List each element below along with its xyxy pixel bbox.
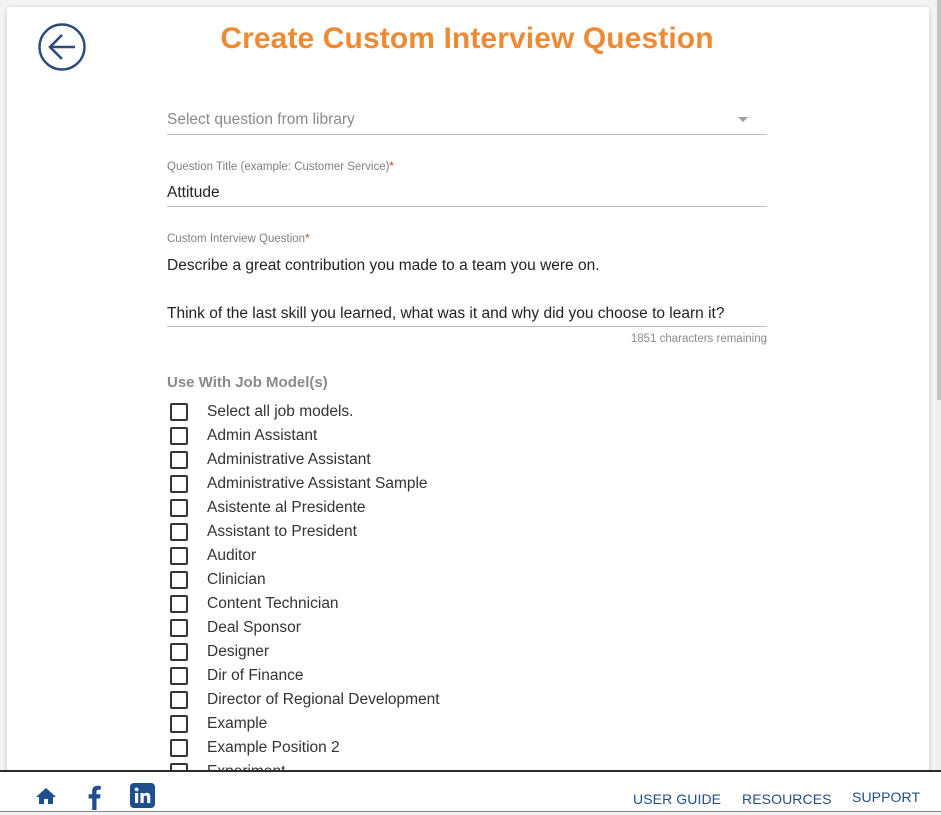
job-model-item[interactable]: Administrative Assistant (170, 448, 670, 472)
checkbox[interactable] (170, 739, 188, 757)
checkbox[interactable] (170, 451, 188, 469)
required-mark: * (305, 233, 310, 245)
checkbox[interactable] (170, 427, 188, 445)
checkbox[interactable] (170, 715, 188, 733)
user-guide-link[interactable]: USER GUIDE (633, 791, 721, 807)
custom-question-label: Custom Interview Question* (167, 233, 310, 245)
job-model-item[interactable]: Assistant to President (170, 520, 670, 544)
checkbox[interactable] (170, 523, 188, 541)
scrollbar-thumb[interactable] (937, 0, 941, 400)
home-icon (36, 788, 56, 804)
library-select-placeholder: Select question from library (167, 111, 355, 128)
job-model-label: Assistant to President (207, 523, 357, 540)
job-model-label: Deal Sponsor (207, 619, 301, 636)
job-model-label: Designer (207, 643, 270, 660)
footer: USER GUIDE RESOURCES SUPPORT (0, 770, 941, 812)
job-model-label: Admin Assistant (207, 427, 318, 444)
library-select[interactable]: Select question from library (167, 104, 767, 135)
question-title-label: Question Title (example: Customer Servic… (167, 161, 394, 173)
char-count: 1851 characters remaining (630, 333, 767, 345)
checkbox[interactable] (170, 595, 188, 613)
caret-down-icon (738, 117, 748, 122)
job-models-list: Select all job models. Admin Assistant Adm… (170, 400, 670, 770)
job-model-label: Dir of Finance (207, 667, 304, 684)
linkedin-button[interactable] (130, 783, 155, 808)
job-model-item[interactable]: Auditor (170, 544, 670, 568)
job-model-item[interactable]: Director of Regional Development (170, 688, 670, 712)
job-model-item[interactable]: Dir of Finance (170, 664, 670, 688)
facebook-icon (88, 785, 101, 810)
checkbox[interactable] (170, 403, 188, 421)
resources-link[interactable]: RESOURCES (742, 791, 832, 807)
job-model-item[interactable]: Experiment (170, 760, 670, 770)
job-model-item[interactable]: Example Position 2 (170, 736, 670, 760)
question-title-field[interactable]: Question Title (example: Customer Servic… (167, 160, 767, 207)
custom-question-field[interactable]: Custom Interview Question* Describe a gr… (167, 232, 767, 327)
job-model-item[interactable]: Admin Assistant (170, 424, 670, 448)
job-model-label: Administrative Assistant (207, 451, 371, 468)
checkbox[interactable] (170, 763, 188, 770)
checkbox[interactable] (170, 619, 188, 637)
checkbox[interactable] (170, 643, 188, 661)
checkbox[interactable] (170, 475, 188, 493)
job-model-label: Administrative Assistant Sample (207, 475, 428, 492)
job-model-label: Example (207, 715, 268, 732)
job-model-item[interactable]: Example (170, 712, 670, 736)
checkbox[interactable] (170, 691, 188, 709)
job-model-label: Auditor (207, 547, 257, 564)
job-model-label: Select all job models. (207, 403, 354, 420)
job-model-item[interactable]: Designer (170, 640, 670, 664)
job-model-label: Content Technician (207, 595, 339, 612)
custom-question-textarea[interactable]: Describe a great contribution you made t… (167, 254, 724, 326)
select-all-job-models[interactable]: Select all job models. (170, 400, 670, 424)
job-model-item[interactable]: Content Technician (170, 592, 670, 616)
question-title-input[interactable]: Attitude (167, 184, 220, 202)
facebook-button[interactable] (86, 784, 102, 810)
support-link[interactable]: SUPPORT (852, 789, 920, 805)
job-model-item[interactable]: Clinician (170, 568, 670, 592)
job-model-item[interactable]: Administrative Assistant Sample (170, 472, 670, 496)
job-model-item[interactable]: Asistente al Presidente (170, 496, 670, 520)
job-model-label: Clinician (207, 571, 266, 588)
checkbox[interactable] (170, 499, 188, 517)
job-model-label: Asistente al Presidente (207, 499, 366, 516)
page-title: Create Custom Interview Question (220, 22, 714, 55)
home-button[interactable] (36, 787, 56, 805)
job-model-label: Director of Regional Development (207, 691, 440, 708)
job-models-heading: Use With Job Model(s) (167, 374, 328, 391)
job-model-item[interactable]: Deal Sponsor (170, 616, 670, 640)
checkbox[interactable] (170, 571, 188, 589)
linkedin-icon (130, 783, 155, 808)
job-model-label: Experiment (207, 763, 285, 770)
page-viewport: Create Custom Interview Question Select … (0, 0, 941, 770)
checkbox[interactable] (170, 667, 188, 685)
required-mark: * (389, 161, 394, 173)
checkbox[interactable] (170, 547, 188, 565)
job-model-label: Example Position 2 (207, 739, 340, 756)
